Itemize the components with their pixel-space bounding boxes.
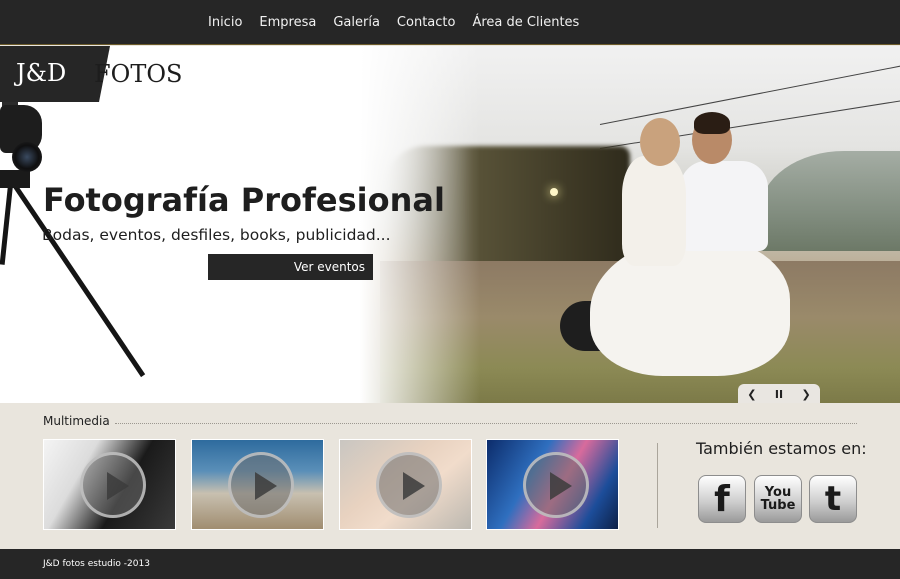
play-icon[interactable] (80, 452, 146, 518)
hero-subtitle: Bodas, eventos, desfiles, books, publici… (42, 226, 391, 244)
nav-galeria[interactable]: Galería (333, 15, 380, 30)
slider-pause-button[interactable]: II (775, 388, 783, 401)
twitter-icon[interactable]: t (809, 475, 857, 523)
video-thumbnail[interactable] (486, 439, 619, 530)
hero-banner: ❮ II ❯ (0, 46, 900, 403)
main-nav: Inicio Empresa Galería Contacto Área de … (208, 0, 596, 45)
slider-prev-button[interactable]: ❮ (747, 388, 756, 401)
hero-title: Fotografía Profesional (43, 181, 445, 219)
tripod-head (0, 170, 30, 188)
logo-word: FOTOS (94, 60, 183, 88)
section-divider (657, 443, 658, 528)
slider-next-button[interactable]: ❯ (802, 388, 811, 401)
footer-copyright: J&D fotos estudio -2013 (43, 559, 150, 569)
nav-area-clientes[interactable]: Área de Clientes (472, 15, 579, 30)
youtube-icon[interactable]: You Tube (754, 475, 802, 523)
hero-photo-bride-head (640, 118, 680, 166)
social-title: También estamos en: (696, 439, 867, 458)
slider-controls: ❮ II ❯ (738, 384, 820, 403)
camera-lens (12, 142, 42, 172)
video-thumbnail[interactable] (339, 439, 472, 530)
facebook-icon[interactable]: f (698, 475, 746, 523)
hero-photo-groom-hair (694, 112, 730, 134)
video-thumbnail[interactable] (191, 439, 324, 530)
logo-brand[interactable]: J&D (16, 59, 66, 87)
hero-photo-fade (360, 46, 480, 403)
play-icon[interactable] (228, 452, 294, 518)
nav-empresa[interactable]: Empresa (259, 15, 316, 30)
play-icon[interactable] (376, 452, 442, 518)
ver-eventos-button[interactable]: Ver eventos (208, 254, 373, 280)
nav-inicio[interactable]: Inicio (208, 15, 242, 30)
multimedia-divider (115, 423, 857, 424)
video-thumbnail[interactable] (43, 439, 176, 530)
nav-contacto[interactable]: Contacto (397, 15, 456, 30)
hero-photo-groom-shirt (680, 161, 768, 251)
hero-photo-train-light (550, 188, 558, 196)
play-icon[interactable] (523, 452, 589, 518)
hero-photo-bride (622, 156, 686, 266)
multimedia-label: Multimedia (43, 414, 110, 428)
